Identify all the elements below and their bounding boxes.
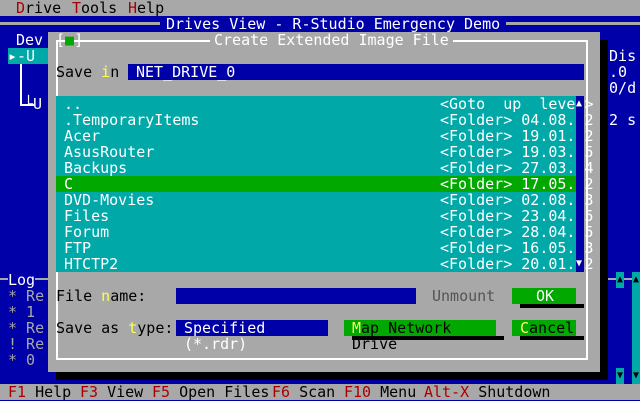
shortcut-key: F1 — [8, 383, 27, 401]
file-list-item[interactable]: HTCTP2 <Folder> 20.01.12 — [56, 255, 594, 273]
file-info: <Folder> 27.03.14 — [440, 159, 594, 177]
file-info: <Folder> 20.01.12 — [440, 255, 594, 273]
file-name: Forum — [64, 223, 110, 241]
menu-drive[interactable]: Drive — [16, 0, 61, 16]
file-name: .TemporaryItems — [64, 111, 200, 129]
shortcut-label: Menu — [380, 383, 417, 401]
shortcut-key: Alt-X — [424, 383, 470, 401]
dialog-shadow — [56, 372, 608, 380]
window-title: Drives View - R-Studio Emergency Demo — [160, 16, 507, 32]
file-list-item[interactable]: Acer <Folder> 19.01.12 — [56, 127, 594, 145]
log-line: * Re — [8, 287, 45, 305]
devices-label: Dev — [16, 31, 44, 49]
tree-branch: └U — [24, 95, 43, 113]
scroll-up-icon[interactable]: ▲ — [632, 272, 640, 288]
shortcut-label: Open Files — [179, 383, 270, 401]
file-list-item[interactable]: .. <Goto up level> — [56, 95, 594, 113]
file-list-item[interactable]: AsusRouter <Folder> 19.03.15 — [56, 143, 594, 161]
log-line: ! Re — [8, 335, 45, 353]
status-shortcut[interactable]: F5 Open Files — [152, 384, 269, 400]
shortcut-key: F3 — [80, 383, 99, 401]
shortcut-label: View — [107, 383, 144, 401]
file-list-item[interactable]: DVD-Movies <Folder> 02.08.13 — [56, 191, 594, 209]
file-list-scrollbar[interactable]: ▲ ▼ — [576, 96, 584, 272]
map-network-drive-button[interactable]: Map Network Drive — [344, 320, 496, 352]
file-list-item[interactable]: .TemporaryItems <Folder> 04.08.12 — [56, 111, 594, 129]
button-shadow — [520, 336, 584, 340]
file-info: <Folder> 04.08.12 — [440, 111, 594, 129]
log-label: Log — [8, 271, 36, 289]
file-name: AsusRouter — [64, 143, 155, 161]
file-list-item[interactable]: FTP <Folder> 16.05.13 — [56, 239, 594, 257]
file-info: <Folder> 17.05.12 — [440, 175, 594, 193]
shortcut-key: F10 — [344, 383, 372, 401]
file-name: .. — [64, 95, 83, 113]
file-info: <Folder> 19.01.12 — [440, 127, 594, 145]
shortcut-label: Scan — [299, 383, 336, 401]
log-line: * 1 — [8, 303, 36, 321]
dialog-close-button[interactable]: [■] — [56, 32, 83, 48]
save-type-select[interactable]: Specified (*.rdr) — [176, 320, 328, 352]
file-name-label: File name: — [56, 287, 147, 305]
status-shortcut[interactable]: F10 Menu — [344, 384, 416, 400]
file-list-item[interactable]: Files <Folder> 23.04.15 — [56, 207, 594, 225]
file-info: <Goto up level> — [440, 95, 594, 113]
file-name: HTCTP2 — [64, 255, 119, 273]
close-icon: ■ — [65, 31, 75, 49]
status-shortcut[interactable]: F3 View — [80, 384, 143, 400]
save-type-label: Save as type: — [56, 319, 174, 337]
shortcut-label: Help — [35, 383, 72, 401]
cancel-button[interactable]: Cancel — [512, 320, 576, 336]
unmount-button[interactable]: Unmount — [432, 288, 496, 304]
shortcut-key: F5 — [152, 383, 171, 401]
log-line: * 0 — [8, 351, 36, 369]
scrollbar-track[interactable] — [632, 288, 640, 368]
menu-help[interactable]: Help — [128, 0, 164, 16]
scroll-down-icon[interactable]: ▼ — [576, 256, 582, 272]
scroll-up-icon[interactable]: ▲ — [576, 96, 582, 112]
file-list-item[interactable]: Backups <Folder> 27.03.14 — [56, 159, 594, 177]
file-info: <Folder> 23.04.15 — [440, 207, 594, 225]
button-shadow — [520, 304, 584, 308]
file-list-item[interactable]: C <Folder> 17.05.12 — [56, 175, 594, 193]
file-name: FTP — [64, 239, 92, 257]
scroll-down-icon[interactable]: ▼ — [616, 368, 624, 384]
scroll-down-icon[interactable]: ▼ — [632, 368, 640, 384]
scroll-up-icon[interactable]: ▲ — [616, 272, 624, 288]
log-line: * Re — [8, 319, 45, 337]
status-shortcut[interactable]: F6 Scan — [272, 384, 335, 400]
file-info: <Folder> 02.08.13 — [440, 191, 594, 209]
tree-line — [20, 64, 22, 104]
menu-tools[interactable]: Tools — [72, 0, 117, 16]
status-shortcut[interactable]: F1 Help — [8, 384, 71, 400]
file-name: C — [64, 175, 74, 193]
button-shadow — [352, 336, 504, 340]
file-name: Backups — [64, 159, 128, 177]
file-list-item[interactable]: Forum <Folder> 28.04.15 — [56, 223, 594, 241]
status-bar: F1 Help F3 View F5 Open Files F6 Scan F10 Me… — [0, 384, 640, 400]
ok-button[interactable]: OK — [512, 288, 576, 304]
file-info: <Folder> 28.04.15 — [440, 223, 594, 241]
file-name-input[interactable] — [176, 288, 416, 304]
dialog-title: Create Extended Image File — [210, 32, 453, 48]
file-info: <Folder> 16.05.13 — [440, 239, 594, 257]
file-name: Acer — [64, 127, 101, 145]
file-info: <Folder> 19.03.15 — [440, 143, 594, 161]
file-list[interactable]: .. <Goto up level> .TemporaryItems <Folder>… — [56, 95, 594, 273]
save-in-label: Save in — [56, 63, 120, 81]
file-name: Files — [64, 207, 110, 225]
file-name: DVD-Movies — [64, 191, 155, 209]
shortcut-label: Shutdown — [478, 383, 551, 401]
save-in-field[interactable]: NET_DRIVE_0 — [128, 64, 584, 80]
menu-bar: Drive Tools Help — [0, 0, 640, 16]
status-shortcut[interactable]: Alt-X Shutdown — [424, 384, 550, 400]
dialog-shadow — [600, 40, 608, 380]
shortcut-key: F6 — [272, 383, 291, 401]
